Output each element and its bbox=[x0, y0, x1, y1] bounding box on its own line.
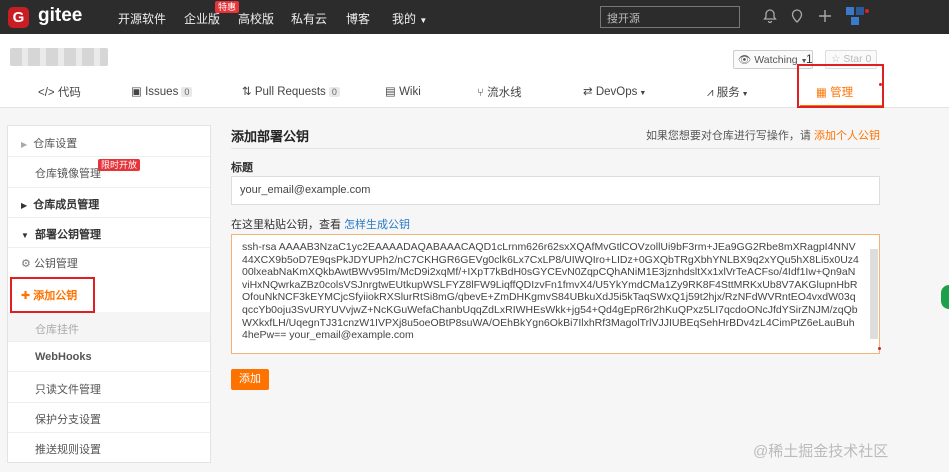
divider bbox=[8, 402, 210, 403]
hot-badge: 特惠 bbox=[215, 1, 240, 13]
divider bbox=[8, 432, 210, 433]
sidebar-item-repo-settings[interactable]: ▶ 仓库设置 bbox=[8, 135, 210, 151]
sidebar-item-push-rules[interactable]: 推送规则设置 bbox=[8, 441, 210, 457]
search-input[interactable]: 搜开源 bbox=[600, 6, 740, 28]
hint-text: 如果您想要对仓库进行写操作，请 bbox=[645, 130, 811, 142]
nav-university[interactable]: 高校版 bbox=[238, 10, 274, 27]
nav-private-cloud[interactable]: 私有云 bbox=[291, 10, 327, 27]
pipeline-icon: ⑂ bbox=[477, 87, 484, 99]
main-content: 添加部署公钥 如果您想要对仓库进行写操作，请 添加个人公钥 标题 your_em… bbox=[221, 118, 890, 472]
tab-pipeline-label: 流水线 bbox=[487, 87, 522, 99]
tab-pull-requests-label: Pull Requests bbox=[254, 86, 326, 98]
manage-tab-highlight-box bbox=[797, 64, 884, 108]
chevron-down-icon: ▼ bbox=[21, 231, 29, 240]
chevron-down-icon: ▼ bbox=[419, 16, 428, 25]
sidebar-item-label: WebHooks bbox=[35, 351, 92, 363]
tab-pipeline[interactable]: ⑂ 流水线 bbox=[477, 84, 522, 100]
tab-services-label: 服务 bbox=[716, 87, 740, 99]
sidebar-item-label: 仓库成员管理 bbox=[33, 199, 100, 211]
sidebar-item-widgets[interactable]: 仓库挂件 bbox=[8, 321, 210, 337]
textarea-scrollbar[interactable] bbox=[870, 249, 878, 339]
gitee-logo[interactable]: G bbox=[8, 7, 29, 28]
location-icon[interactable] bbox=[789, 8, 805, 24]
sidebar-item-readonly-files[interactable]: 只读文件管理 bbox=[8, 381, 210, 397]
issues-count: 0 bbox=[181, 87, 193, 97]
title-input[interactable]: your_email@example.com bbox=[231, 176, 880, 205]
tab-code-label: 代码 bbox=[57, 87, 81, 99]
repo-name-blurred[interactable] bbox=[10, 48, 108, 66]
tab-code[interactable]: </> 代码 bbox=[38, 84, 81, 100]
add-key-button[interactable]: 添加 bbox=[231, 369, 269, 390]
user-avatar[interactable] bbox=[845, 6, 865, 26]
tab-issues-label: Issues bbox=[145, 86, 179, 98]
sidebar-item-label: 仓库挂件 bbox=[35, 324, 79, 336]
plus-icon[interactable] bbox=[817, 8, 833, 24]
issues-icon: ▣ bbox=[131, 86, 142, 98]
personal-key-hint: 如果您想要对仓库进行写操作，请 添加个人公钥 bbox=[646, 127, 880, 143]
tab-wiki[interactable]: ▤ Wiki bbox=[385, 84, 421, 98]
title-field-label: 标题 bbox=[231, 162, 253, 174]
sidebar-item-label: 公钥管理 bbox=[33, 258, 78, 270]
sidebar-item-label: 部署公钥管理 bbox=[35, 229, 102, 241]
nav-open-source[interactable]: 开源软件 bbox=[118, 10, 166, 27]
eye-icon: 👁 bbox=[738, 54, 752, 66]
watermark: @稀土掘金技术社区 bbox=[753, 443, 889, 460]
sidebar-item-label: 仓库设置 bbox=[33, 138, 78, 150]
sidebar-item-label: 保护分支设置 bbox=[35, 414, 101, 426]
pull-requests-count: 0 bbox=[328, 87, 340, 97]
services-icon: ⩘ bbox=[707, 87, 714, 99]
wiki-icon: ▤ bbox=[385, 86, 396, 98]
sidebar-item-members[interactable]: ▶ 仓库成员管理 bbox=[8, 196, 210, 212]
highlight-dot bbox=[879, 83, 882, 86]
nav-mine-label: 我的 bbox=[392, 12, 417, 26]
bell-icon[interactable] bbox=[762, 8, 778, 24]
gear-icon: ⚙ bbox=[21, 258, 31, 270]
public-key-textarea[interactable]: ssh-rsa AAAAB3NzaC1yc2EAAAADAQABAAACAQD1… bbox=[231, 234, 880, 354]
tab-devops[interactable]: ⇄ DevOps ▼ bbox=[583, 84, 646, 98]
floating-widget[interactable] bbox=[941, 285, 949, 309]
tab-services[interactable]: ⩘ 服务 ▼ bbox=[707, 84, 749, 100]
divider bbox=[8, 341, 210, 342]
divider bbox=[8, 217, 210, 218]
divider bbox=[8, 247, 210, 248]
chevron-down-icon: ▼ bbox=[739, 91, 749, 98]
divider bbox=[231, 148, 880, 149]
nav-blog[interactable]: 博客 bbox=[346, 10, 370, 27]
public-key-value: ssh-rsa AAAAB3NzaC1yc2EAAAADAQABAAACAQD1… bbox=[242, 241, 859, 342]
brand-name[interactable]: gitee bbox=[38, 5, 82, 27]
tab-devops-label: DevOps bbox=[595, 86, 638, 98]
tab-wiki-label: Wiki bbox=[399, 86, 421, 98]
sidebar-item-label: 推送规则设置 bbox=[35, 444, 101, 456]
watch-label: Watching bbox=[754, 54, 798, 66]
textarea-resize-handle[interactable] bbox=[878, 347, 881, 350]
divider bbox=[8, 187, 210, 188]
how-to-generate-key-link[interactable]: 怎样生成公钥 bbox=[344, 219, 410, 231]
pull-request-icon: ⇅ bbox=[242, 86, 252, 98]
chevron-right-icon: ▶ bbox=[21, 201, 28, 210]
top-navbar: G gitee 开源软件 企业版 特惠 高校版 私有云 博客 我的 ▼ 搜开源 bbox=[0, 0, 949, 34]
notification-dot-icon bbox=[865, 9, 869, 13]
sidebar-item-label: 只读文件管理 bbox=[35, 384, 101, 396]
add-personal-key-link[interactable]: 添加个人公钥 bbox=[814, 130, 880, 142]
chevron-down-icon: ▼ bbox=[637, 90, 647, 97]
tab-pull-requests[interactable]: ⇅ Pull Requests 0 bbox=[242, 84, 340, 98]
tab-issues[interactable]: ▣ Issues 0 bbox=[131, 84, 193, 98]
limited-open-badge: 限时开放 bbox=[98, 159, 141, 171]
sidebar-item-label: 仓库镜像管理 bbox=[35, 168, 101, 180]
add-key-highlight-box bbox=[10, 277, 95, 313]
sidebar-item-webhooks[interactable]: WebHooks bbox=[8, 351, 210, 363]
devops-icon: ⇄ bbox=[583, 86, 593, 98]
divider bbox=[8, 156, 210, 157]
key-label-text: 在这里粘贴公钥，查看 bbox=[231, 219, 341, 231]
key-field-label: 在这里粘贴公钥，查看 怎样生成公钥 bbox=[231, 216, 410, 232]
chevron-right-icon: ▶ bbox=[21, 140, 28, 149]
sidebar-item-deploy-keys[interactable]: ▼ 部署公钥管理 bbox=[8, 226, 210, 242]
sidebar-item-protected-branches[interactable]: 保护分支设置 bbox=[8, 411, 210, 427]
code-icon: </> bbox=[38, 87, 55, 99]
page-title: 添加部署公钥 bbox=[231, 129, 310, 144]
nav-mine[interactable]: 我的 ▼ bbox=[392, 10, 427, 27]
nav-enterprise[interactable]: 企业版 bbox=[184, 10, 220, 27]
divider bbox=[8, 371, 210, 372]
sidebar-item-key-management[interactable]: ⚙ 公钥管理 bbox=[8, 255, 210, 271]
